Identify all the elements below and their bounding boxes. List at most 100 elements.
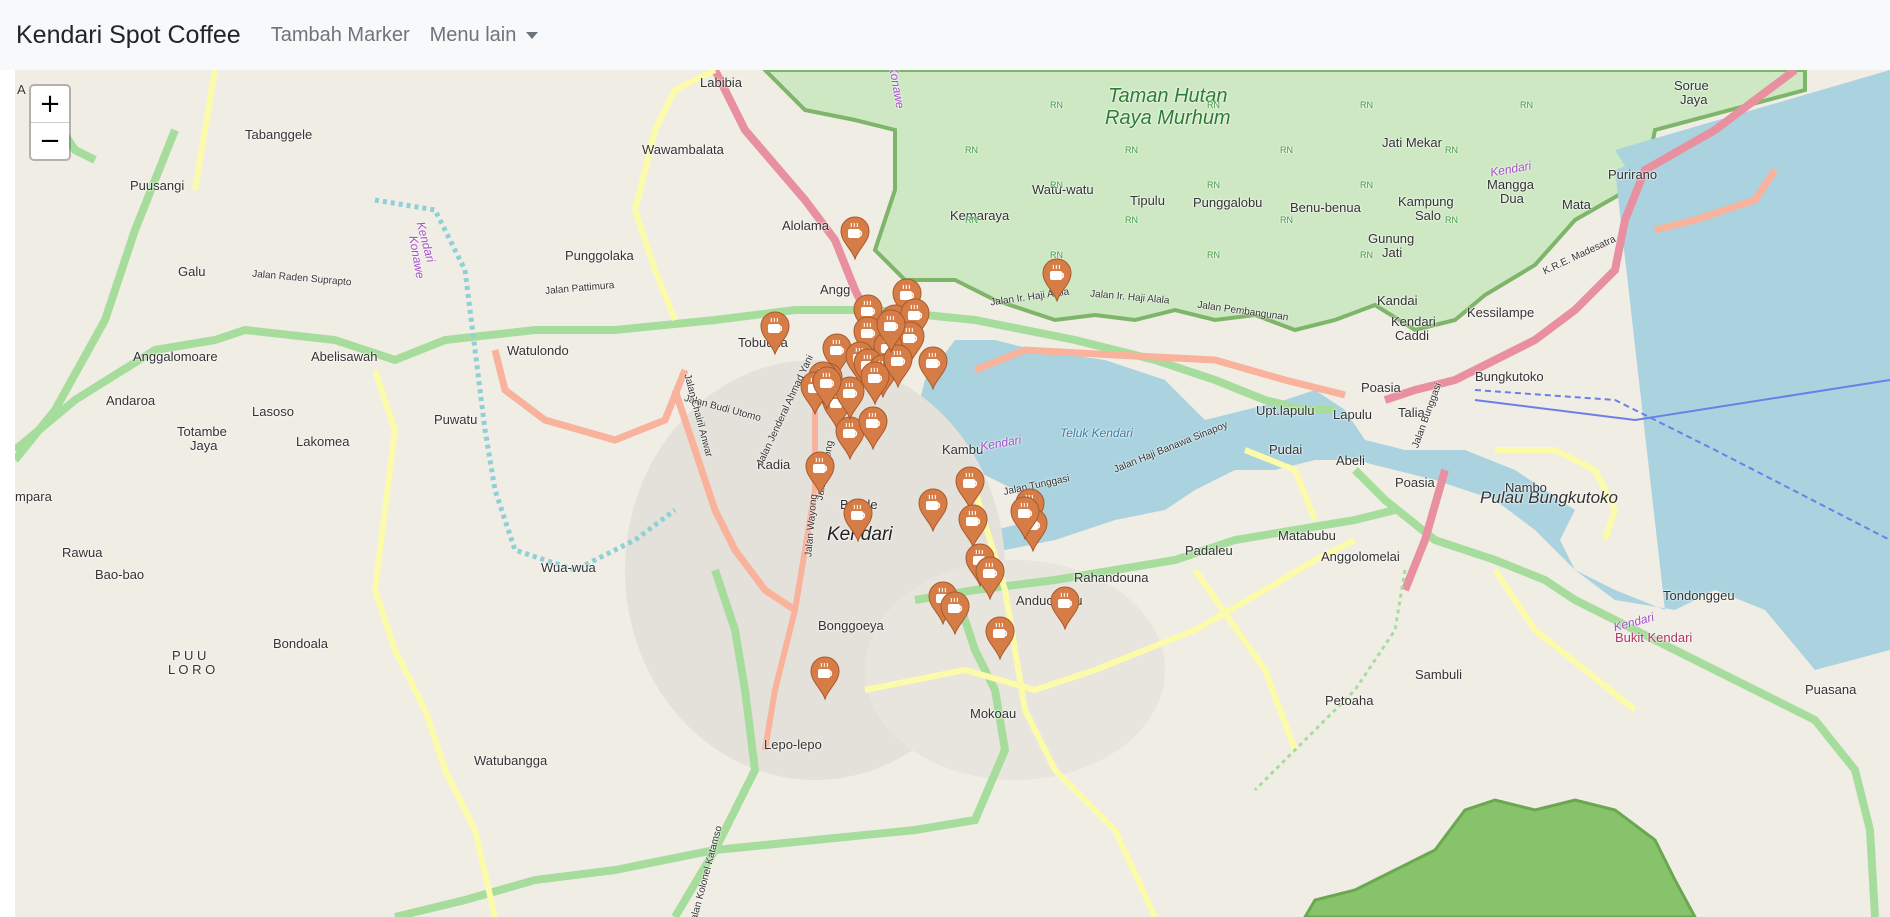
coffee-cup-icon bbox=[812, 366, 842, 410]
label-rn: RN bbox=[1360, 100, 1373, 110]
zoom-out-button[interactable]: − bbox=[31, 122, 69, 159]
label-bungkutoko: Bungkutoko bbox=[1475, 369, 1544, 384]
coffee-cup-icon bbox=[876, 309, 906, 353]
label-rn: RN bbox=[1280, 215, 1293, 225]
label-abelisawah: Abelisawah bbox=[311, 349, 378, 364]
coffee-cup-icon bbox=[760, 311, 790, 355]
nav-menu-lain-dropdown[interactable]: Menu lain bbox=[430, 24, 539, 47]
zoom-control: + − bbox=[29, 84, 71, 161]
label-rn: RN bbox=[1360, 250, 1373, 260]
label-loro: L O R O bbox=[168, 662, 216, 677]
coffee-cup-icon bbox=[805, 451, 835, 495]
label-dua: Dua bbox=[1500, 191, 1524, 206]
label-matabubu: Matabubu bbox=[1278, 528, 1336, 543]
label-lakomea: Lakomea bbox=[296, 434, 350, 449]
coffee-marker[interactable] bbox=[810, 656, 840, 700]
coffee-marker[interactable] bbox=[918, 488, 948, 532]
label-puusangi: Puusangi bbox=[130, 178, 185, 193]
label-rn: RN bbox=[1360, 180, 1373, 190]
label-rn: RN bbox=[1445, 215, 1458, 225]
label-padaleu: Padaleu bbox=[1185, 543, 1233, 558]
label-mokoau: Mokoau bbox=[970, 706, 1017, 721]
label-upt-lapulu: Upt.lapulu bbox=[1256, 403, 1315, 418]
label-tondonggeu: Tondonggeu bbox=[1663, 588, 1735, 603]
nav-tambah-marker[interactable]: Tambah Marker bbox=[271, 24, 410, 47]
label-totambe: Totambe bbox=[177, 424, 227, 439]
label-galu: Galu bbox=[178, 264, 206, 279]
coffee-marker[interactable] bbox=[840, 216, 870, 260]
coffee-cup-icon bbox=[958, 504, 988, 548]
label-totambe-jaya: Jaya bbox=[190, 438, 218, 453]
label-rn: RN bbox=[1207, 180, 1220, 190]
label-wawambalata: Wawambalata bbox=[642, 142, 724, 157]
label-kampung: Kampung bbox=[1398, 194, 1454, 209]
label-abeli: Abeli bbox=[1336, 453, 1365, 468]
coffee-marker[interactable] bbox=[958, 504, 988, 548]
label-bondoala: Bondoala bbox=[273, 636, 328, 651]
label-jati-mekar: Jati Mekar bbox=[1382, 135, 1442, 150]
coffee-marker[interactable] bbox=[1042, 258, 1072, 302]
label-rn: RN bbox=[1050, 100, 1063, 110]
label-salo: Salo bbox=[1415, 208, 1442, 223]
label-sorue: Sorue bbox=[1674, 78, 1709, 93]
label-puu: P U U bbox=[172, 648, 207, 663]
label-kessilampe: Kessilampe bbox=[1467, 305, 1535, 320]
label-kemaraya: Kemaraya bbox=[950, 208, 1010, 223]
label-watubangga: Watubangga bbox=[474, 753, 548, 768]
label-punggolaka: Punggolaka bbox=[565, 248, 634, 263]
coffee-cup-icon bbox=[1010, 496, 1040, 540]
label-sorue-jaya: Jaya bbox=[1680, 92, 1708, 107]
label-pudai: Pudai bbox=[1269, 442, 1303, 457]
coffee-marker[interactable] bbox=[760, 311, 790, 355]
label-teluk-kendari: Teluk Kendari bbox=[1060, 426, 1133, 440]
zoom-in-button[interactable]: + bbox=[31, 86, 69, 122]
label-puasana: Puasana bbox=[1805, 682, 1857, 697]
coffee-cup-icon bbox=[810, 656, 840, 700]
brand-link[interactable]: Kendari Spot Coffee bbox=[16, 21, 241, 50]
navbar: Kendari Spot Coffee Tambah Marker Menu l… bbox=[0, 0, 1890, 70]
label-purirano: Purirano bbox=[1608, 167, 1658, 182]
label-rn: RN bbox=[1207, 100, 1220, 110]
coffee-marker[interactable] bbox=[843, 498, 873, 542]
label-rn: RN bbox=[1445, 145, 1458, 155]
coffee-cup-icon bbox=[1042, 258, 1072, 302]
label-rn: RN bbox=[1207, 250, 1220, 260]
coffee-marker[interactable] bbox=[812, 366, 842, 410]
label-rn: RN bbox=[1280, 145, 1293, 155]
coffee-marker[interactable] bbox=[975, 556, 1005, 600]
label-rn: RN bbox=[965, 215, 978, 225]
road-secondary-west bbox=[491, 349, 689, 444]
label-lepo-lepo: Lepo-lepo bbox=[764, 737, 822, 752]
label-mata: Mata bbox=[1562, 197, 1591, 212]
label-anggalomoare: Anggalomoare bbox=[133, 349, 218, 364]
label-kambu: Kambu bbox=[942, 442, 984, 457]
coffee-marker[interactable] bbox=[1050, 586, 1080, 630]
coffee-cup-icon bbox=[985, 616, 1015, 660]
label-puwatu: Puwatu bbox=[434, 412, 478, 427]
coffee-cup-icon bbox=[840, 216, 870, 260]
label-mpara: mpara bbox=[15, 489, 52, 504]
label-rn: RN bbox=[1050, 180, 1063, 190]
coffee-marker[interactable] bbox=[918, 346, 948, 390]
coffee-marker[interactable] bbox=[940, 591, 970, 635]
label-poasia: Poasia bbox=[1361, 380, 1401, 395]
label-benu-benua: Benu-benua bbox=[1290, 200, 1361, 215]
label-bonggoeya: Bonggoeya bbox=[818, 618, 884, 633]
label-kendari-caddi: Kendari bbox=[1391, 314, 1436, 329]
map-container[interactable]: Taman HutanRaya Murhum Kendari Teluk Ken… bbox=[15, 70, 1890, 917]
label-caddi: Caddi bbox=[1395, 328, 1429, 343]
label-alolama: Alolama bbox=[782, 218, 829, 233]
label-watulondo: Watulondo bbox=[507, 343, 569, 358]
label-pulau-bungkutoko: Pulau Bungkutoko bbox=[1480, 488, 1618, 507]
label-petoaha: Petoaha bbox=[1325, 693, 1374, 708]
label-lasoso: Lasoso bbox=[252, 404, 294, 419]
label-sambuli: Sambuli bbox=[1415, 667, 1462, 682]
coffee-marker[interactable] bbox=[985, 616, 1015, 660]
coffee-marker[interactable] bbox=[876, 309, 906, 353]
label-andaroa: Andaroa bbox=[106, 393, 156, 408]
coffee-cup-icon bbox=[975, 556, 1005, 600]
coffee-marker[interactable] bbox=[805, 451, 835, 495]
label-bao-bao: Bao-bao bbox=[95, 567, 145, 582]
label-jati: Jati bbox=[1382, 245, 1403, 260]
coffee-marker[interactable] bbox=[1010, 496, 1040, 540]
